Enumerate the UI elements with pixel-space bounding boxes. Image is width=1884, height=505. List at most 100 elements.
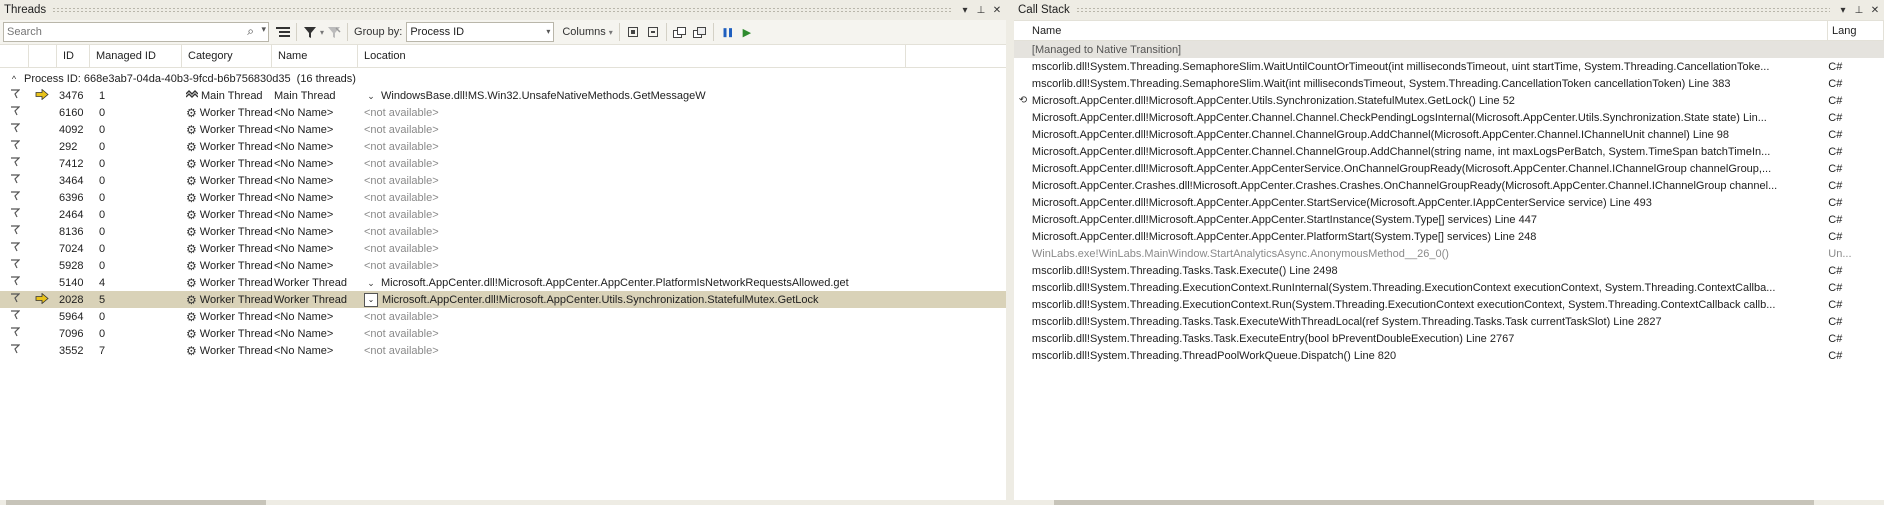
lang-column-header[interactable]: Lang: [1828, 21, 1884, 40]
flag-icon[interactable]: [10, 106, 21, 119]
thread-row[interactable]: 5964 0 ⚙ Worker Thread <No Name> <not availab…: [0, 308, 1006, 325]
flag-icon[interactable]: [10, 157, 21, 170]
name-column-header[interactable]: Name: [1032, 21, 1828, 40]
expand-callstack-icon[interactable]: ⌄: [365, 277, 377, 289]
managed-id-column-header[interactable]: Managed ID: [90, 45, 182, 67]
category-column-header[interactable]: Category: [182, 45, 272, 67]
flag-icon[interactable]: [10, 293, 21, 306]
scrollbar-thumb[interactable]: [1054, 500, 1814, 505]
group-by-select[interactable]: Process ID ▾: [406, 22, 555, 42]
thread-row[interactable]: 2028 5 ⚙ Worker Thread Worker Thread ⌄ Microso…: [0, 291, 1006, 308]
flag-icon[interactable]: [10, 123, 21, 136]
collapse-callstacks-icon[interactable]: [643, 22, 663, 42]
window-menu-icon[interactable]: ▾: [958, 3, 972, 17]
thaw-threads-icon[interactable]: [690, 22, 710, 42]
flag-icon[interactable]: [10, 327, 21, 340]
thread-row[interactable]: 4092 0 ⚙ Worker Thread <No Name> <not availab…: [0, 121, 1006, 138]
pin-icon[interactable]: ⊥: [974, 3, 988, 17]
thread-row[interactable]: 7412 0 ⚙ Worker Thread <No Name> <not availab…: [0, 155, 1006, 172]
location-cell: <not available>: [358, 124, 1006, 136]
expand-callstacks-icon[interactable]: [623, 22, 643, 42]
callstack-frame[interactable]: mscorlib.dll!System.Threading.ThreadPool…: [1014, 347, 1884, 364]
thread-row[interactable]: 292 0 ⚙ Worker Thread <No Name> <not availabl…: [0, 138, 1006, 155]
callstack-frame[interactable]: mscorlib.dll!System.Threading.Tasks.Task…: [1014, 330, 1884, 347]
window-menu-icon[interactable]: ▾: [1836, 3, 1850, 17]
threads-titlebar[interactable]: Threads ▾ ⊥ ✕: [0, 0, 1006, 20]
callstack-frame[interactable]: mscorlib.dll!System.Threading.SemaphoreS…: [1014, 75, 1884, 92]
callstack-frame[interactable]: [Managed to Native Transition]: [1014, 41, 1884, 58]
callstack-frame[interactable]: WinLabs.exe!WinLabs.MainWindow.StartAnal…: [1014, 245, 1884, 262]
callstack-frame[interactable]: mscorlib.dll!System.Threading.Tasks.Task…: [1014, 313, 1884, 330]
search-icon[interactable]: ⌕: [247, 24, 254, 39]
search-box[interactable]: ⌕ ▾: [3, 22, 269, 42]
callstack-frame[interactable]: Microsoft.AppCenter.dll!Microsoft.AppCen…: [1014, 194, 1884, 211]
thread-row[interactable]: 3464 0 ⚙ Worker Thread <No Name> <not availab…: [0, 172, 1006, 189]
flag-icon[interactable]: [10, 276, 21, 289]
search-options-dropdown[interactable]: ▾: [261, 24, 266, 35]
play-icon[interactable]: ▶: [737, 22, 757, 42]
clear-filter-icon[interactable]: [324, 22, 344, 42]
callstack-frame[interactable]: Microsoft.AppCenter.dll!Microsoft.AppCen…: [1014, 211, 1884, 228]
thread-row[interactable]: 3552 7 ⚙ Worker Thread <No Name> <not availab…: [0, 342, 1006, 359]
flag-icon[interactable]: [10, 259, 21, 272]
flag-column-header[interactable]: [0, 45, 29, 67]
chevron-down-icon: ▾: [546, 27, 551, 36]
flag-icon[interactable]: [10, 174, 21, 187]
flag-icon[interactable]: [10, 140, 21, 153]
expander-icon[interactable]: ^: [8, 73, 20, 85]
thread-row[interactable]: 6160 0 ⚙ Worker Thread <No Name> <not availab…: [0, 104, 1006, 121]
callstack-frame[interactable]: ⟲ Microsoft.AppCenter.dll!Microsoft.AppCe…: [1014, 92, 1884, 109]
callstack-frame[interactable]: mscorlib.dll!System.Threading.SemaphoreS…: [1014, 58, 1884, 75]
callstack-titlebar[interactable]: Call Stack ▾ ⊥ ✕: [1014, 0, 1884, 20]
callstack-frame[interactable]: Microsoft.AppCenter.dll!Microsoft.AppCen…: [1014, 160, 1884, 177]
flag-icon[interactable]: [10, 89, 21, 102]
flag-icon[interactable]: [10, 225, 21, 238]
thread-row[interactable]: 5140 4 ⚙ Worker Thread Worker Thread ⌄ Microso…: [0, 274, 1006, 291]
freeze-threads-icon[interactable]: [670, 22, 690, 42]
callstack-frame[interactable]: mscorlib.dll!System.Threading.ExecutionC…: [1014, 296, 1884, 313]
columns-button[interactable]: Columns ▾: [562, 26, 612, 38]
callstack-frame[interactable]: mscorlib.dll!System.Threading.Tasks.Task…: [1014, 262, 1884, 279]
close-icon[interactable]: ✕: [1868, 3, 1882, 17]
search-input[interactable]: [4, 25, 237, 39]
thread-row[interactable]: 7096 0 ⚙ Worker Thread <No Name> <not availab…: [0, 325, 1006, 342]
callstack-frame[interactable]: Microsoft.AppCenter.dll!Microsoft.AppCen…: [1014, 109, 1884, 126]
location-cell: <not available>: [358, 226, 1006, 238]
expand-callstack-icon[interactable]: ⌄: [365, 90, 377, 102]
flag-icon[interactable]: [10, 242, 21, 255]
name-column-header[interactable]: Name: [272, 45, 358, 67]
scrollbar-thumb[interactable]: [6, 500, 266, 505]
callstack-frame[interactable]: Microsoft.AppCenter.Crashes.dll!Microsof…: [1014, 177, 1884, 194]
current-thread-arrow-icon: [35, 292, 49, 307]
flag-icon[interactable]: [10, 191, 21, 204]
close-icon[interactable]: ✕: [990, 3, 1004, 17]
pane-splitter[interactable]: [1006, 0, 1014, 505]
callstack-frame[interactable]: Microsoft.AppCenter.dll!Microsoft.AppCen…: [1014, 143, 1884, 160]
flag-icon[interactable]: [10, 310, 21, 323]
id-column-header[interactable]: ID: [57, 45, 90, 67]
flag-icon[interactable]: [10, 344, 21, 357]
thread-row[interactable]: 2464 0 ⚙ Worker Thread <No Name> <not availab…: [0, 206, 1006, 223]
expand-all-icon[interactable]: [273, 22, 293, 42]
filter-icon[interactable]: [300, 22, 320, 42]
callstack-frame[interactable]: mscorlib.dll!System.Threading.ExecutionC…: [1014, 279, 1884, 296]
thread-row[interactable]: 6396 0 ⚙ Worker Thread <No Name> <not availab…: [0, 189, 1006, 206]
location-column-header[interactable]: Location: [358, 45, 906, 67]
thread-row[interactable]: 5928 0 ⚙ Worker Thread <No Name> <not availab…: [0, 257, 1006, 274]
thread-row[interactable]: 7024 0 ⚙ Worker Thread <No Name> <not availab…: [0, 240, 1006, 257]
callstack-frame[interactable]: Microsoft.AppCenter.dll!Microsoft.AppCen…: [1014, 228, 1884, 245]
horizontal-scrollbar[interactable]: [0, 500, 1006, 505]
current-column-header[interactable]: [29, 45, 57, 67]
pin-icon[interactable]: ⊥: [1852, 3, 1866, 17]
process-group-row[interactable]: ^ Process ID: 668e3ab7-04da-40b3-9fcd-b6…: [0, 70, 1006, 87]
flag-icon[interactable]: [10, 208, 21, 221]
thread-row[interactable]: 8136 0 ⚙ Worker Thread <No Name> <not availab…: [0, 223, 1006, 240]
thread-row[interactable]: 3476 1 Main Thread Main Thread ⌄ WindowsBase.…: [0, 87, 1006, 104]
expand-callstack-icon[interactable]: ⌄: [364, 292, 378, 307]
callstack-frame[interactable]: Microsoft.AppCenter.dll!Microsoft.AppCen…: [1014, 126, 1884, 143]
category-label: Worker Thread: [199, 242, 272, 255]
pause-icon[interactable]: ❚❚: [717, 22, 737, 42]
thread-id: 3552: [59, 344, 84, 357]
horizontal-scrollbar[interactable]: [1014, 500, 1884, 505]
toolbar-separator: [665, 23, 667, 41]
